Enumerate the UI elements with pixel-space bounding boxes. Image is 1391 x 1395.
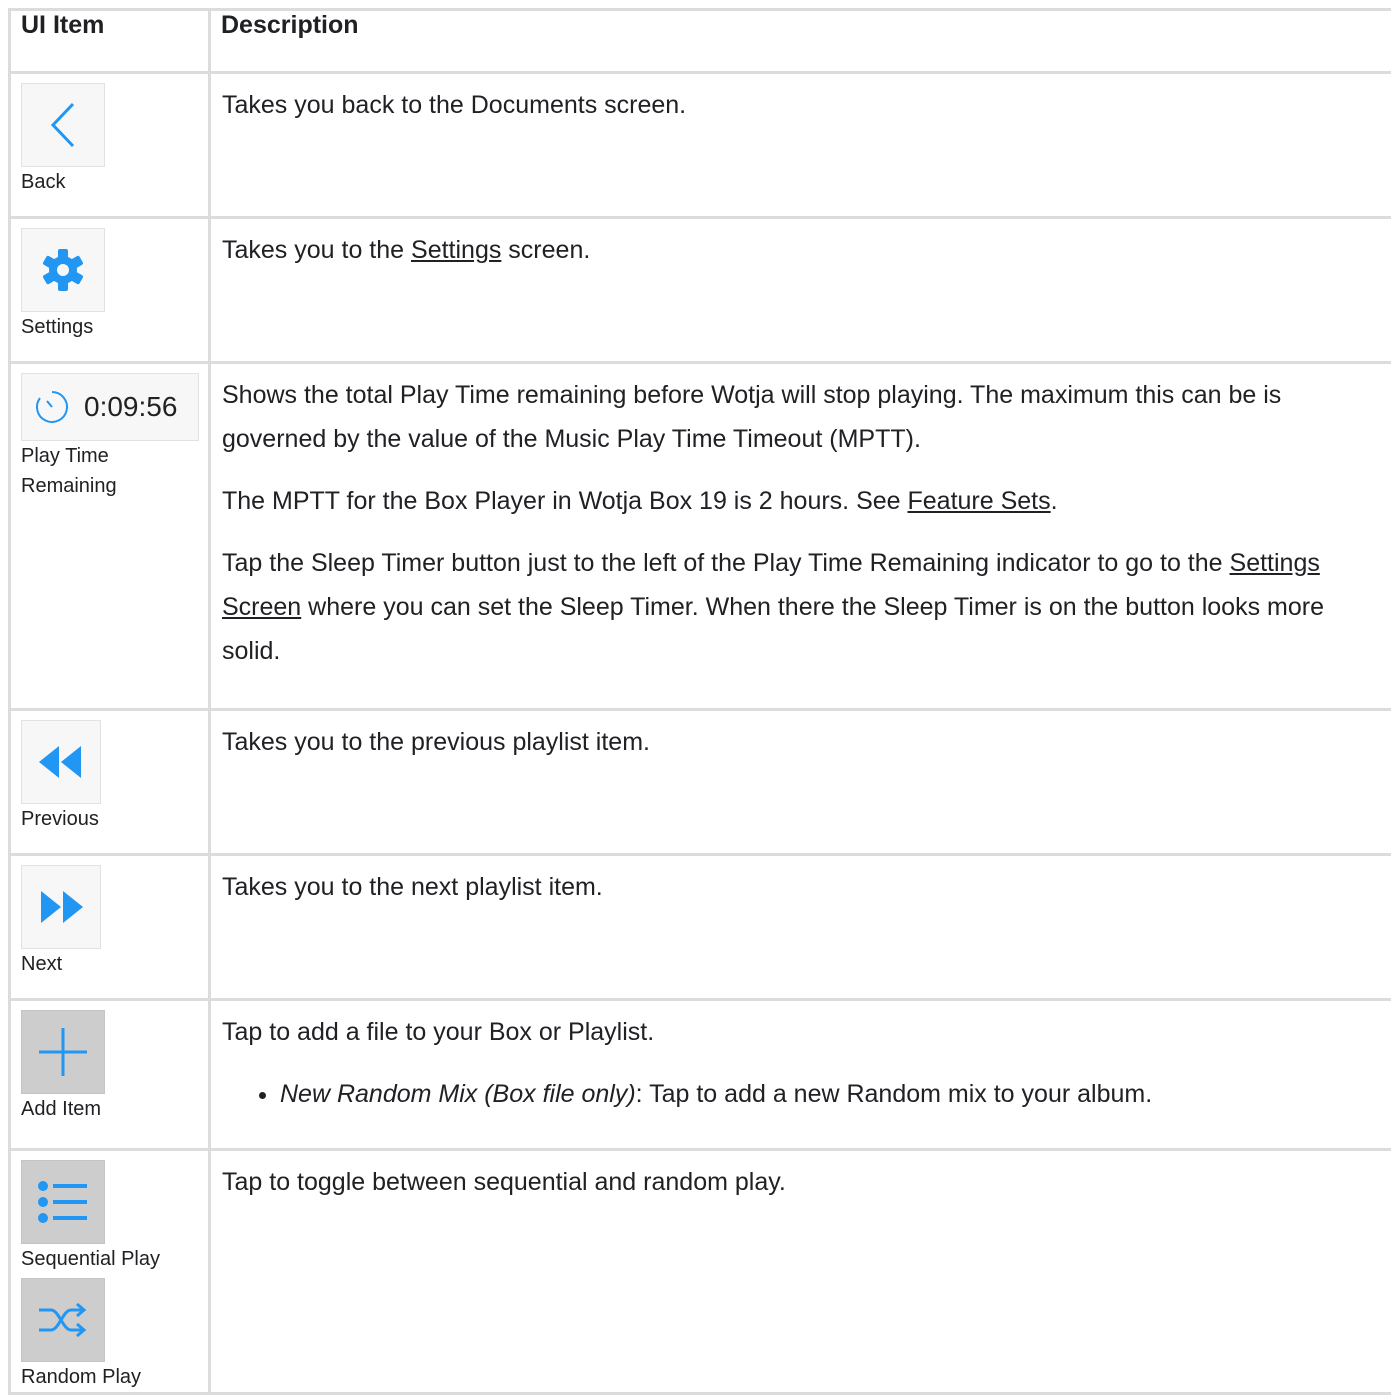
bullet-list: New Random Mix (Box file only): Tap to a… bbox=[222, 1072, 1379, 1116]
description-cell: Takes you to the next playlist item. bbox=[210, 855, 1391, 1000]
shuffle-icon bbox=[37, 1300, 89, 1340]
add-item-button-image bbox=[21, 1010, 105, 1094]
description-text: Takes you to the next playlist item. bbox=[222, 873, 603, 901]
settings-button-image bbox=[21, 228, 105, 312]
item-label: Previous bbox=[21, 804, 208, 834]
previous-button-image bbox=[21, 720, 101, 804]
item-label: Add Item bbox=[21, 1094, 208, 1124]
header-ui-item: UI Item bbox=[10, 10, 210, 73]
description-cell: Takes you back to the Documents screen. bbox=[210, 73, 1391, 218]
feature-sets-link[interactable]: Feature Sets bbox=[908, 487, 1051, 515]
table-header-row: UI Item Description bbox=[10, 10, 1391, 73]
list-item: New Random Mix (Box file only): Tap to a… bbox=[280, 1072, 1379, 1116]
description-text: Tap to toggle between sequential and ran… bbox=[222, 1168, 786, 1196]
ui-item-cell: Settings bbox=[10, 218, 210, 363]
table-row: Add Item Tap to add a file to your Box o… bbox=[10, 1000, 1391, 1150]
table-row: Sequential Play Random Play Tap to toggl… bbox=[10, 1150, 1391, 1394]
description-text: Takes you back to the Documents screen. bbox=[222, 91, 686, 119]
random-play-button-image bbox=[21, 1278, 105, 1362]
table-row: Back Takes you back to the Documents scr… bbox=[10, 73, 1391, 218]
table-row: Settings Takes you to the Settings scree… bbox=[10, 218, 1391, 363]
plus-icon bbox=[37, 1026, 89, 1078]
gear-icon bbox=[40, 247, 86, 293]
ui-item-cell: Back bbox=[10, 73, 210, 218]
table-row: 0:09:56 Play Time Remaining Shows the to… bbox=[10, 363, 1391, 710]
description-text: Takes you to the previous playlist item. bbox=[222, 728, 650, 756]
play-time-value: 0:09:56 bbox=[84, 391, 177, 423]
description-cell: Tap to add a file to your Box or Playlis… bbox=[210, 1000, 1391, 1150]
description-text-before: Takes you to the bbox=[222, 236, 411, 264]
description-cell: Takes you to the previous playlist item. bbox=[210, 710, 1391, 855]
ui-item-cell: Previous bbox=[10, 710, 210, 855]
ui-item-cell: Sequential Play Random Play bbox=[10, 1150, 210, 1394]
ui-items-table: UI Item Description Back Takes you back … bbox=[8, 8, 1391, 1395]
item-label: Random Play bbox=[21, 1362, 208, 1392]
table-row: Next Takes you to the next playlist item… bbox=[10, 855, 1391, 1000]
description-cell: Takes you to the Settings screen. bbox=[210, 218, 1391, 363]
list-icon bbox=[37, 1179, 89, 1225]
ui-item-cell: Add Item bbox=[10, 1000, 210, 1150]
table-row: Previous Takes you to the previous playl… bbox=[10, 710, 1391, 855]
item-label: Next bbox=[21, 949, 208, 979]
settings-link[interactable]: Settings bbox=[411, 236, 501, 264]
rewind-icon bbox=[37, 744, 85, 780]
chevron-left-icon bbox=[43, 100, 83, 150]
next-button-image bbox=[21, 865, 101, 949]
item-label: Sequential Play bbox=[21, 1244, 208, 1274]
description-paragraph: Shows the total Play Time remaining befo… bbox=[222, 373, 1379, 461]
fast-forward-icon bbox=[37, 889, 85, 925]
description-paragraph: The MPTT for the Box Player in Wotja Box… bbox=[222, 479, 1379, 523]
item-label: Play Time Remaining bbox=[21, 441, 141, 501]
timer-icon bbox=[32, 387, 72, 427]
description-cell: Shows the total Play Time remaining befo… bbox=[210, 363, 1391, 710]
back-button-image bbox=[21, 83, 105, 167]
description-cell: Tap to toggle between sequential and ran… bbox=[210, 1150, 1391, 1394]
header-description: Description bbox=[210, 10, 1391, 73]
sequential-play-button-image bbox=[21, 1160, 105, 1244]
description-paragraph: Tap to add a file to your Box or Playlis… bbox=[222, 1010, 1379, 1054]
description-paragraph: Tap the Sleep Timer button just to the l… bbox=[222, 541, 1379, 673]
ui-item-cell: 0:09:56 Play Time Remaining bbox=[10, 363, 210, 710]
item-label: Back bbox=[21, 167, 208, 197]
ui-item-cell: Next bbox=[10, 855, 210, 1000]
play-time-indicator-image: 0:09:56 bbox=[21, 373, 199, 441]
item-label: Settings bbox=[21, 312, 208, 342]
description-text-after: screen. bbox=[501, 236, 590, 264]
